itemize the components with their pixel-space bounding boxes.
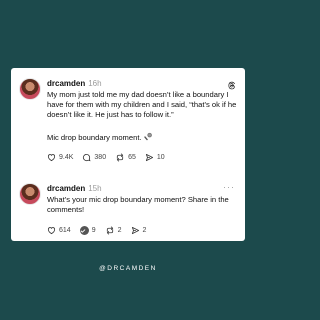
like-button[interactable]: 614 xyxy=(47,226,71,235)
avatar[interactable] xyxy=(19,78,41,100)
like-count: 9.4K xyxy=(59,154,74,161)
post-time: 16h xyxy=(88,79,102,88)
post-time: 15h xyxy=(88,184,102,193)
comment-count: 9 xyxy=(91,227,96,234)
heart-icon xyxy=(47,227,56,235)
threads-card: drcamden 16h My mom just told me my dad d… xyxy=(11,68,245,241)
post-text: What’s your mic drop boundary moment? Sh… xyxy=(47,195,229,214)
post-actions: 614 9 2 2 xyxy=(47,226,155,235)
comment-button[interactable]: 9 xyxy=(79,226,96,235)
repost-count: 2 xyxy=(117,227,122,234)
username[interactable]: drcamden xyxy=(47,184,85,193)
more-icon[interactable]: ··· xyxy=(223,183,235,192)
post-actions: 9.4K 380 65 10 xyxy=(47,153,174,162)
like-button[interactable]: 9.4K xyxy=(47,153,73,162)
avatar[interactable] xyxy=(19,183,41,205)
comment-count: 380 xyxy=(94,154,107,161)
post-header: drcamden 15h xyxy=(47,184,102,193)
threads-logo-icon xyxy=(228,81,235,90)
repost-button[interactable]: 65 xyxy=(115,153,136,162)
share-icon xyxy=(131,226,139,235)
share-count: 2 xyxy=(142,227,147,234)
comment-button[interactable]: 380 xyxy=(82,153,106,162)
footer-handle: @DRCAMDEN xyxy=(99,265,157,272)
repost-button[interactable]: 2 xyxy=(105,226,122,235)
share-icon xyxy=(145,153,153,162)
share-count: 10 xyxy=(156,154,165,161)
heart-icon xyxy=(47,154,56,162)
post-text-secondary: Mic drop boundary moment. xyxy=(47,132,239,143)
repost-icon xyxy=(106,226,113,235)
share-button[interactable]: 2 xyxy=(131,226,147,235)
post-text: My mom just told me my dad doesn’t like … xyxy=(47,90,237,119)
comment-icon xyxy=(83,154,91,162)
comment-replied-icon xyxy=(79,226,89,235)
like-count: 614 xyxy=(59,227,71,234)
microphone-icon xyxy=(143,132,152,141)
post-header: drcamden 16h xyxy=(47,79,102,88)
username[interactable]: drcamden xyxy=(47,79,85,88)
repost-icon xyxy=(116,153,124,162)
repost-count: 65 xyxy=(128,154,136,161)
share-button[interactable]: 10 xyxy=(145,153,165,162)
